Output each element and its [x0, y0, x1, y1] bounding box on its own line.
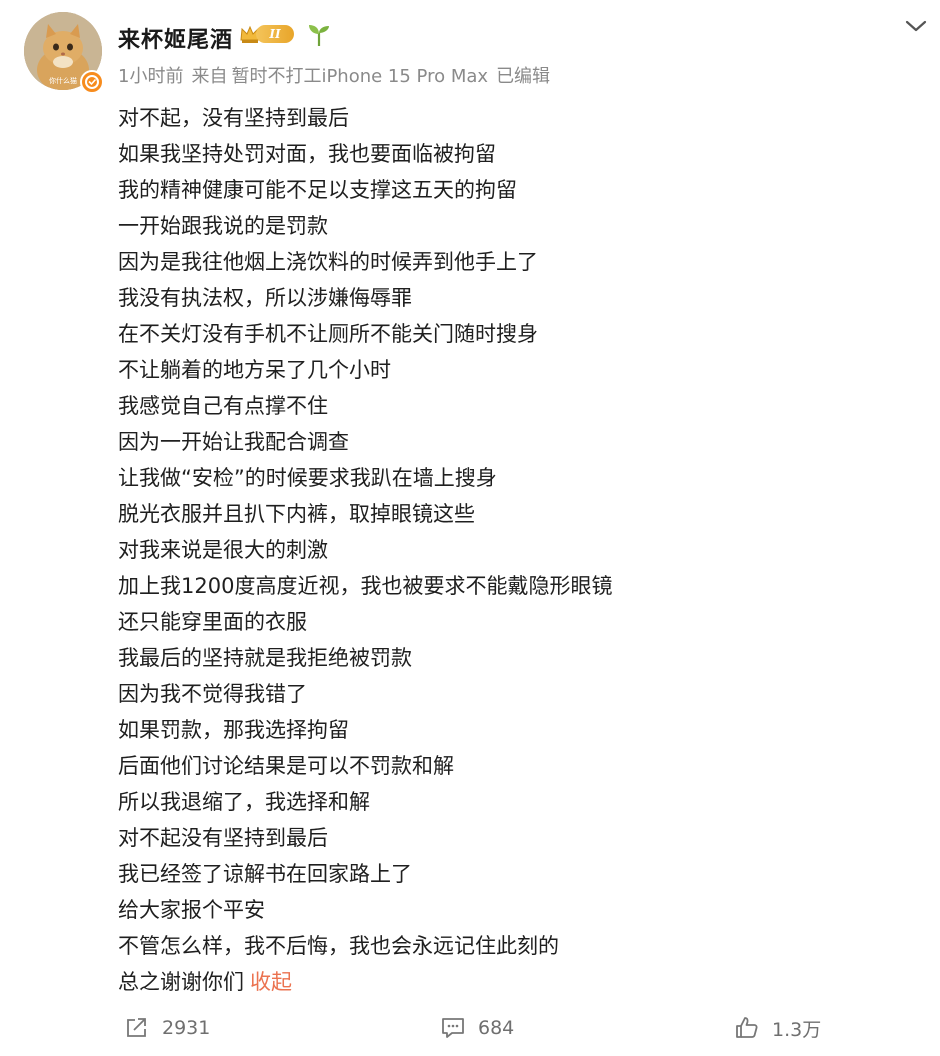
- content-line: 对我来说是很大的刺激: [118, 538, 328, 562]
- content-line: 在不关灯没有手机不让厕所不能关门随时搜身: [118, 322, 538, 346]
- content-line: 我已经签了谅解书在回家路上了: [118, 862, 412, 886]
- content-line: 让我做“安检”的时候要求我趴在墙上搜身: [118, 466, 497, 490]
- content-line: 我感觉自己有点撑不住: [118, 394, 328, 418]
- post-device[interactable]: 暂时不打工iPhone 15 Pro Max: [231, 66, 488, 87]
- content-line: 脱光衣服并且扒下内裤，取掉眼镜这些: [118, 502, 475, 526]
- like-icon: [736, 1017, 758, 1038]
- author-name[interactable]: 来杯姬尾酒: [118, 22, 233, 54]
- sprout-icon[interactable]: [306, 22, 332, 52]
- content-line: 总之谢谢你们: [118, 970, 244, 994]
- content-line: 因为是我往他烟上浇饮料的时候弄到他手上了: [118, 250, 538, 274]
- repost-count: 2931: [162, 1017, 211, 1039]
- content-line: 给大家报个平安: [118, 898, 265, 922]
- content-line-last: 总之谢谢你们 收起: [118, 964, 918, 1000]
- content-line: 如果我坚持处罚对面，我也要面临被拘留: [118, 142, 496, 166]
- collapse-link[interactable]: 收起: [250, 970, 292, 994]
- comment-icon: [442, 1018, 464, 1038]
- content-line: 后面他们讨论结果是可以不罚款和解: [118, 754, 454, 778]
- content-line: 我最后的坚持就是我拒绝被罚款: [118, 646, 412, 670]
- content-line: 不让躺着的地方呆了几个小时: [118, 358, 391, 382]
- content-line: 对不起，没有坚持到最后: [118, 106, 349, 130]
- content-line: 因为一开始让我配合调查: [118, 430, 349, 454]
- content-line: 对不起没有坚持到最后: [118, 826, 328, 850]
- content-line: 我没有执法权，所以涉嫌侮辱罪: [118, 286, 412, 310]
- repost-icon: [127, 1018, 146, 1037]
- content-line: 还只能穿里面的衣服: [118, 610, 307, 634]
- content-line: 因为我不觉得我错了: [118, 682, 307, 706]
- weibo-post: 你什么猫 来杯姬尾酒 II 1小时前 来自 暂时不打工iPhone 15 Pro M…: [0, 0, 940, 1056]
- content-line: 我的精神健康可能不足以支撑这五天的拘留: [118, 178, 517, 202]
- post-time[interactable]: 1小时前: [118, 66, 183, 87]
- content-line: 加上我1200度高度近视，我也被要求不能戴隐形眼镜: [118, 574, 613, 598]
- content-line: 如果罚款，那我选择拘留: [118, 718, 349, 742]
- content-line: 所以我退缩了，我选择和解: [118, 790, 370, 814]
- content-line: 不管怎么样，我不后悔，我也会永远记住此刻的: [118, 934, 559, 958]
- verified-icon: [80, 70, 104, 94]
- post-content: 对不起，没有坚持到最后 如果我坚持处罚对面，我也要面临被拘留 我的精神健康可能不…: [118, 100, 918, 1000]
- comment-count: 684: [478, 1017, 515, 1039]
- avatar-caption: 你什么猫: [49, 76, 77, 85]
- chevron-down-icon[interactable]: [903, 16, 929, 40]
- content-line: 一开始跟我说的是罚款: [118, 214, 328, 238]
- like-count: 1.3万: [772, 1018, 822, 1041]
- source-prefix: 来自: [191, 66, 228, 87]
- vip-level-badge[interactable]: II: [256, 25, 294, 43]
- action-bar: 2931 684 1.3万: [0, 1008, 940, 1048]
- repost-button[interactable]: 2931: [124, 1008, 210, 1048]
- edited-label[interactable]: 已编辑: [496, 66, 550, 87]
- like-button[interactable]: 1.3万: [734, 1008, 821, 1048]
- post-meta: 1小时前 来自 暂时不打工iPhone 15 Pro Max 已编辑: [118, 62, 558, 88]
- comment-button[interactable]: 684: [440, 1008, 514, 1048]
